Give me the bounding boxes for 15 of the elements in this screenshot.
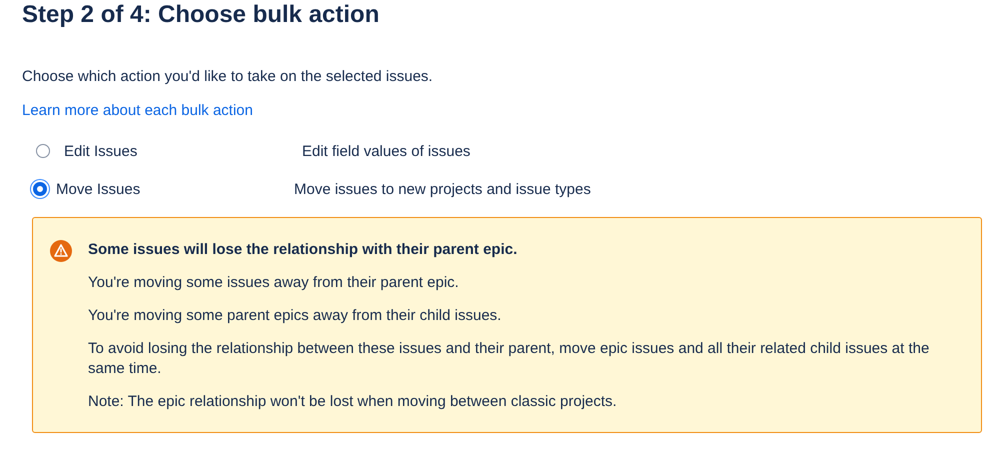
warning-text: You're moving some parent epics away from their child issues.: [88, 306, 502, 326]
help-link[interactable]: Learn more about each bulk action: [22, 101, 253, 121]
option-label: Move Issues: [56, 180, 142, 198]
warning-icon: [50, 240, 72, 262]
warning-text: Note: The epic relationship won't be lost when moving between classic projects.: [88, 392, 618, 412]
radio-button[interactable]: [36, 144, 50, 158]
page-heading: Step 2 of 4: Choose bulk action: [22, 0, 380, 30]
radio-button[interactable]: [33, 182, 47, 196]
intro-text: Choose which action you'd like to take on the selected issues.: [22, 67, 434, 87]
warning-text: To avoid losing the relationship between these issues and their parent, move epic issues and all their related child issues at the same time.: [88, 339, 930, 379]
warning-text: You're moving some issues away from their parent epic.: [88, 273, 460, 293]
warning-title: Some issues will lose the relationship with their parent epic.: [88, 240, 518, 260]
option-description: Move issues to new projects and issue types: [294, 180, 591, 198]
option-description: Edit field values of issues: [302, 142, 470, 160]
option-label: Edit Issues: [64, 142, 138, 160]
